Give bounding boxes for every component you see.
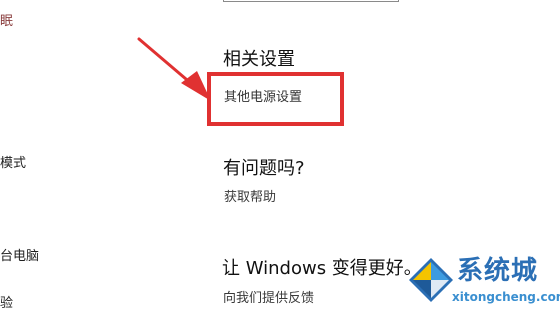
related-settings-title: 相关设置 [223, 49, 295, 70]
dropdown-field[interactable] [223, 0, 399, 2]
sidebar-item-sleep[interactable]: 眠 [0, 14, 13, 30]
question-title: 有问题吗? [223, 158, 305, 179]
make-windows-better-title: 让 Windows 变得更好。 [222, 258, 422, 279]
watermark-logo-icon [409, 258, 453, 302]
sidebar-item-mode[interactable]: 模式 [0, 156, 26, 172]
sidebar: 眠 模式 台电脑 验 [0, 0, 60, 313]
highlight-box [207, 72, 344, 126]
watermark-brand: 系统城 [457, 256, 539, 286]
watermark-domain: xitongcheng.com [452, 290, 560, 304]
arrow-icon [137, 37, 211, 101]
give-feedback-link[interactable]: 向我们提供反馈 [223, 291, 314, 307]
sidebar-item-experience[interactable]: 验 [0, 296, 13, 312]
get-help-link[interactable]: 获取帮助 [224, 190, 276, 206]
watermark: 系统城 xitongcheng.com [405, 254, 560, 313]
sidebar-item-pc[interactable]: 台电脑 [0, 249, 39, 265]
